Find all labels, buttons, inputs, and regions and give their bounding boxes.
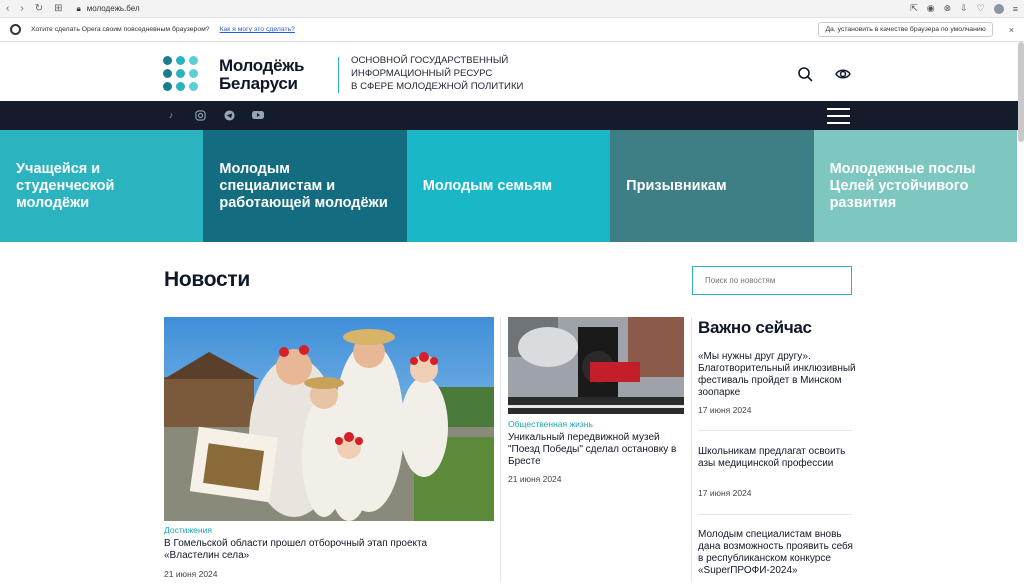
search-icon[interactable] xyxy=(797,66,813,82)
second-news-date: 21 июня 2024 xyxy=(508,474,562,484)
opera-prompt-text: Хотите сделать Opera своим повседневным … xyxy=(31,26,210,33)
browser-actions: ⇱ ◉ ⊗ ⇩ ♡ ≡ xyxy=(910,3,1018,14)
second-news-title[interactable]: Уникальный передвижной музей "Поезд Побе… xyxy=(508,432,686,468)
tagline-line1: Основной государственный xyxy=(351,55,509,66)
page-scrollbar[interactable] xyxy=(1018,42,1024,142)
important-heading: Важно сейчас xyxy=(698,318,812,337)
second-news-tag[interactable]: Общественная жизнь xyxy=(508,419,593,429)
logo-dot xyxy=(189,56,198,65)
logo-dot xyxy=(189,82,198,91)
logo-dot xyxy=(163,56,172,65)
site-name-line2: Беларуси xyxy=(219,74,298,93)
accessibility-eye-icon[interactable] xyxy=(835,66,851,82)
news-heading: Новости xyxy=(164,268,250,291)
important-item-title[interactable]: Школьникам предлагат освоить азы медицин… xyxy=(698,446,858,470)
important-item-title[interactable]: Молодым специалистам вновь дана возможно… xyxy=(698,529,858,577)
opera-logo-icon xyxy=(10,24,21,35)
address-bar[interactable]: 🔒︎ молодежь.бел xyxy=(76,4,139,14)
menu-icon[interactable]: ≡ xyxy=(1013,4,1018,14)
main-news-tag[interactable]: Достижения xyxy=(164,525,212,535)
column-divider xyxy=(500,317,501,582)
sidebar-divider xyxy=(691,317,692,582)
opera-default-prompt: Хотите сделать Opera своим повседневным … xyxy=(0,18,1024,42)
important-divider xyxy=(698,430,852,431)
logo-dot xyxy=(163,82,172,91)
logo-dot xyxy=(189,69,198,78)
back-icon[interactable]: ‹ xyxy=(6,3,9,14)
set-default-button[interactable]: Да, установить в качестве браузера по ум… xyxy=(818,22,993,37)
site-header: Молодёжь Беларуси Основной государственн… xyxy=(0,42,1024,101)
important-item-date: 17 июня 2024 xyxy=(698,488,752,498)
category-tile[interactable]: Молодежные послы Целей устойчивого разви… xyxy=(813,130,1017,242)
heart-icon[interactable]: ♡ xyxy=(977,3,985,14)
site-name-line1: Молодёжь xyxy=(219,56,305,75)
logo-dot xyxy=(176,56,185,65)
category-tile[interactable]: Молодым специалистам и работающей молодё… xyxy=(203,130,407,242)
browser-nav: ‹ › ↻ ⊞ xyxy=(6,3,62,14)
logo-icon[interactable] xyxy=(163,56,198,91)
youtube-icon[interactable] xyxy=(252,109,264,121)
url-text[interactable]: молодежь.бел xyxy=(87,4,140,13)
hamburger-menu-icon[interactable] xyxy=(827,108,850,124)
telegram-icon[interactable] xyxy=(223,109,235,121)
forward-icon[interactable]: › xyxy=(20,3,23,14)
main-news-image[interactable] xyxy=(164,317,494,521)
category-tiles: Учащейся и студенческой молодёжи Молодым … xyxy=(0,130,1024,242)
social-links: ♪ xyxy=(165,109,264,121)
adblock-icon[interactable]: ⊗ xyxy=(944,3,952,14)
logo-dot xyxy=(163,69,172,78)
main-news-date: 21 июня 2024 xyxy=(164,569,218,579)
social-bar: ♪ xyxy=(0,101,1024,130)
tabs-grid-icon[interactable]: ⊞ xyxy=(54,3,62,14)
second-news-image[interactable] xyxy=(508,317,684,414)
reload-icon[interactable]: ↻ xyxy=(35,3,43,14)
camera-icon[interactable]: ◉ xyxy=(927,3,935,14)
share-icon[interactable]: ⇱ xyxy=(910,3,918,14)
profile-avatar-icon[interactable] xyxy=(993,3,1004,14)
header-divider xyxy=(338,57,339,93)
important-item-date: 17 июня 2024 xyxy=(698,405,752,415)
important-divider xyxy=(698,514,852,515)
opera-how-link[interactable]: Как я могу это сделать? xyxy=(220,26,295,33)
news-search-input[interactable] xyxy=(692,266,852,295)
tagline-line2: информационный ресурс xyxy=(351,68,493,79)
category-tile[interactable]: Призывникам xyxy=(610,130,814,242)
tiktok-icon[interactable]: ♪ xyxy=(165,109,177,121)
lock-icon: 🔒︎ xyxy=(76,3,81,13)
download-icon[interactable]: ⇩ xyxy=(960,3,968,14)
logo-dot xyxy=(176,82,185,91)
important-item-title[interactable]: «Мы нужны друг другу». Благотворительный… xyxy=(698,351,858,399)
instagram-icon[interactable] xyxy=(194,109,206,121)
category-tile[interactable]: Учащейся и студенческой молодёжи xyxy=(0,130,204,242)
site-tagline: Основной государственный информационный … xyxy=(351,54,523,93)
browser-toolbar: ‹ › ↻ ⊞ 🔒︎ молодежь.бел ⇱ ◉ ⊗ ⇩ ♡ ≡ xyxy=(0,0,1024,18)
site-name[interactable]: Молодёжь Беларуси xyxy=(219,56,305,93)
main-news-title[interactable]: В Гомельской области прошел отборочный э… xyxy=(164,538,474,562)
close-icon[interactable]: × xyxy=(1009,25,1014,35)
tagline-line3: в сфере молодежной политики xyxy=(351,81,524,92)
logo-dot xyxy=(176,69,185,78)
category-tile[interactable]: Молодым семьям xyxy=(406,130,611,242)
